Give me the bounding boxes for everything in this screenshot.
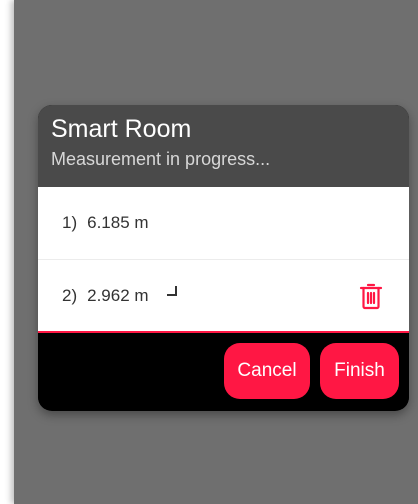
measurement-index: 2) [62, 285, 78, 305]
dialog-header: Smart Room Measurement in progress... [38, 105, 409, 187]
dialog-subtitle: Measurement in progress... [51, 149, 271, 169]
dialog-actions: Cancel Finish [38, 333, 409, 409]
cancel-button[interactable]: Cancel [224, 343, 310, 399]
dialog-title: Smart Room [51, 115, 192, 143]
finish-button[interactable]: Finish [320, 343, 399, 399]
corner-angle-icon [165, 285, 177, 296]
measurement-row-2[interactable]: 2) 2.962 m [38, 259, 409, 333]
measurement-value: 2.962 m [87, 285, 149, 305]
measurement-row-1[interactable]: 1) 6.185 m [38, 187, 409, 259]
measurement-dialog: Smart Room Measurement in progress... 1)… [38, 105, 409, 411]
measurement-value: 6.185 m [87, 213, 149, 232]
trash-icon[interactable] [359, 282, 383, 310]
measurement-list: 1) 6.185 m 2) 2.962 m [38, 187, 409, 333]
measurement-index: 1) [62, 213, 78, 232]
